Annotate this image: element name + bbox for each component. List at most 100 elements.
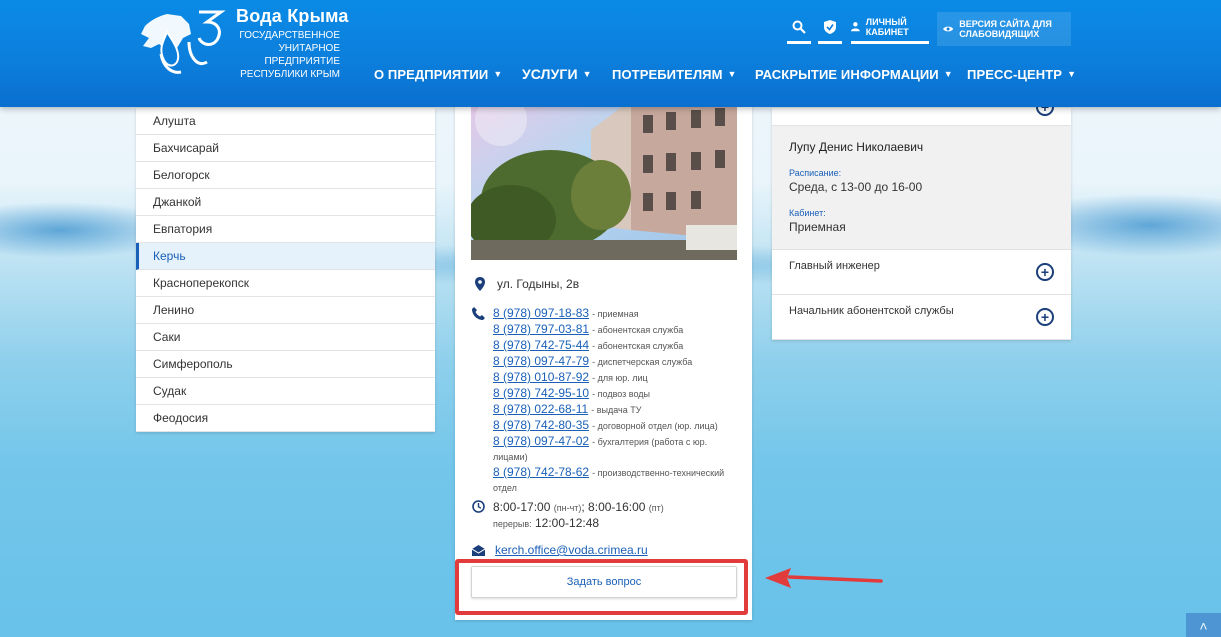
staff-row-title: Начальник абонентской службы [789,305,954,317]
hours-main-note: (пн-чт) [553,503,582,513]
city-list: Алушта Бахчисарай Белогорск Джанкой Евпа… [136,108,435,432]
city-item[interactable]: Алушта [136,108,435,135]
low-vision-button[interactable]: ВЕРСИЯ САЙТА ДЛЯ СЛАБОВИДЯЩИХ [937,12,1071,46]
hours-friday-note: (пт) [648,503,664,513]
city-item[interactable]: Ленино [136,297,435,324]
phone-entry: 8 (978) 097-47-79 - диспетчерская служба [493,354,743,370]
staff-row-expanded: Лупу Денис Николаевич Расписание: Среда,… [772,126,1071,250]
city-item[interactable]: Судак [136,378,435,405]
plus-circle-icon[interactable]: + [1036,263,1054,281]
city-item[interactable]: Саки [136,324,435,351]
nav-disclosure[interactable]: РАСКРЫТИЕ ИНФОРМАЦИИ ▼ [755,67,953,82]
phone-link[interactable]: 8 (978) 742-95-10 [493,386,589,400]
low-vision-label: ВЕРСИЯ САЙТА ДЛЯ СЛАБОВИДЯЩИХ [959,19,1052,39]
staff-row-collapsed[interactable]: + [772,98,1071,126]
nav-about-label: О ПРЕДПРИЯТИИ [374,67,489,82]
nav-press-label: ПРЕСС-ЦЕНТР [967,67,1063,82]
phone-entry: 8 (978) 022-68-11 - выдача ТУ [493,402,743,418]
email-link[interactable]: kerch.office@voda.crimea.ru [495,543,648,557]
break-label: перерыв: [493,519,532,529]
brand-subtitle: ГОСУДАРСТВЕННОЕ УНИТАРНОЕ ПРЕДПРИЯТИЕ РЕ… [239,30,340,80]
chevron-down-icon: ▼ [493,69,503,79]
city-item[interactable]: Джанкой [136,189,435,216]
office-photo [471,90,737,260]
schedule-label: Расписание: [789,168,842,178]
city-item-active[interactable]: Керчь [136,243,435,270]
city-item[interactable]: Евпатория [136,216,435,243]
red-arrow-annotation [765,568,883,588]
phone-link[interactable]: 8 (978) 797-03-81 [493,322,589,336]
phone-link[interactable]: 8 (978) 010-87-92 [493,370,589,384]
working-hours: 8:00-17:00 (пн-чт); 8:00-16:00 (пт) пере… [472,500,733,532]
phone-desc: - приемная [592,309,639,319]
break-time: 12:00-12:48 [535,516,600,530]
nav-disclosure-label: РАСКРЫТИЕ ИНФОРМАЦИИ [755,67,939,82]
phone-link[interactable]: 8 (978) 742-75-44 [493,338,589,352]
phone-desc: - выдача ТУ [591,405,642,415]
phone-entry: 8 (978) 097-18-83 - приемная [493,306,743,322]
chevron-down-icon: ▼ [727,69,737,79]
city-item[interactable]: Красноперекопск [136,270,435,297]
city-item[interactable]: Белогорск [136,162,435,189]
personal-cabinet-button[interactable]: ЛИЧНЫЙ КАБИНЕТ [851,14,929,44]
staff-row-chief-engineer[interactable]: Главный инженер + [772,250,1071,295]
nav-services-label: УСЛУГИ [522,66,578,82]
site-header: Вода Крыма ГОСУДАРСТВЕННОЕ УНИТАРНОЕ ПРЕ… [0,0,1221,107]
staff-row-title: Главный инженер [789,260,880,272]
city-item[interactable]: Бахчисарай [136,135,435,162]
phone-link[interactable]: 8 (978) 097-18-83 [493,306,589,320]
search-icon [792,20,806,34]
phone-entry: 8 (978) 097-47-02 - бухгалтерия (работа … [493,434,743,465]
phone-link[interactable]: 8 (978) 742-78-62 [493,465,589,479]
phone-desc: - абонентская служба [592,341,684,351]
phone-link[interactable]: 8 (978) 097-47-02 [493,434,589,448]
logo-icon[interactable] [137,8,233,78]
phone-entry: 8 (978) 742-78-62 - производственно-техн… [493,465,743,496]
phone-entry: 8 (978) 742-75-44 - абонентская служба [493,338,743,354]
nav-services[interactable]: УСЛУГИ ▼ [522,66,592,82]
phone-entry: 8 (978) 797-03-81 - абонентская служба [493,322,743,338]
phone-entry: 8 (978) 010-87-92 - для юр. лиц [493,370,743,386]
user-icon [851,22,860,32]
staff-row-subscriber-head[interactable]: Начальник абонентской службы + [772,295,1071,340]
nav-about[interactable]: О ПРЕДПРИЯТИИ ▼ [374,67,502,82]
phone-desc: - для юр. лиц [592,373,648,383]
ask-question-button[interactable]: Задать вопрос [471,566,737,598]
phone-desc: - подвоз воды [592,389,650,399]
phone-link[interactable]: 8 (978) 022-68-11 [493,402,588,416]
chevron-down-icon: ▼ [943,69,953,79]
nav-consumers[interactable]: ПОТРЕБИТЕЛЯМ ▼ [612,67,737,82]
room-value: Приемная [789,220,846,234]
chevron-down-icon: ▼ [1067,69,1077,79]
eye-icon [943,26,954,32]
brand-title[interactable]: Вода Крыма [236,6,349,27]
scroll-to-top-button[interactable]: ˄ [1186,613,1221,637]
chevron-up-icon: ˄ [1199,618,1208,634]
search-button[interactable] [787,14,811,44]
office-building-image [471,90,737,260]
chevron-down-icon: ▼ [582,69,592,79]
staff-name: Лупу Денис Николаевич [789,140,924,154]
address-row: ул. Годыны, 2в [472,277,579,291]
clock-icon [472,500,485,513]
nav-press[interactable]: ПРЕСС-ЦЕНТР ▼ [967,67,1076,82]
security-button[interactable] [818,14,842,44]
shield-icon [824,19,836,34]
phone-link[interactable]: 8 (978) 742-80-35 [493,418,589,432]
phone-entry: 8 (978) 742-80-35 - договорной отдел (юр… [493,418,743,434]
phone-entry: 8 (978) 742-95-10 - подвоз воды [493,386,743,402]
phone-desc: - договорной отдел (юр. лица) [592,421,718,431]
city-item[interactable]: Феодосия [136,405,435,432]
room-label: Кабинет: [789,208,826,218]
staff-panel: + Лупу Денис Николаевич Расписание: Сред… [772,98,1071,340]
personal-cabinet-label: ЛИЧНЫЙ КАБИНЕТ [865,16,909,37]
plus-circle-icon[interactable]: + [1036,308,1054,326]
hours-friday: ; 8:00-16:00 [581,500,646,514]
phone-link[interactable]: 8 (978) 097-47-79 [493,354,589,368]
address-text: ул. Годыны, 2в [497,277,580,291]
phone-icon [472,307,485,320]
city-item[interactable]: Симферополь [136,351,435,378]
location-pin-icon [475,277,485,291]
office-card: ул. Годыны, 2в 8 (978) 097-18-83 - прием… [455,90,752,620]
schedule-value: Среда, с 13-00 до 16-00 [789,180,923,194]
